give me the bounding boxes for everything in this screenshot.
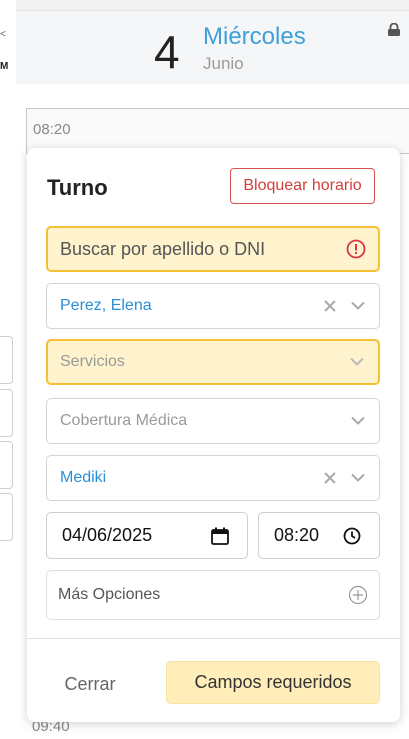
date-input[interactable]: 04/06/2025 <box>46 512 248 559</box>
more-options-label: Más Opciones <box>58 586 161 603</box>
left-nav-arrow[interactable]: < <box>0 29 6 40</box>
left-box[interactable] <box>0 441 13 489</box>
clear-icon[interactable] <box>323 471 337 485</box>
chevron-down-icon[interactable] <box>351 416 365 426</box>
chevron-down-icon[interactable] <box>350 357 364 367</box>
calendar-icon[interactable] <box>211 527 229 545</box>
lock-icon[interactable] <box>387 23 401 36</box>
clock-icon[interactable] <box>343 527 361 545</box>
time-value: 08:20 <box>274 525 320 545</box>
slot-time: 08:20 <box>33 121 71 138</box>
services-select[interactable]: Servicios <box>46 339 380 385</box>
submit-button[interactable]: Campos requeridos <box>166 661 380 704</box>
patient-value: Perez, Elena <box>60 297 152 314</box>
day-header: 4 Miércoles Junio <box>16 10 409 85</box>
coverage-placeholder: Cobertura Médica <box>60 412 188 429</box>
date-value: 04/06/2025 <box>62 525 153 545</box>
time-input[interactable]: 08:20 <box>258 512 380 559</box>
modal-title: Turno <box>47 175 108 200</box>
close-button[interactable]: Cerrar <box>47 662 133 706</box>
block-schedule-button[interactable]: Bloquear horario <box>230 168 375 204</box>
left-box[interactable] <box>0 389 13 437</box>
plan-select[interactable]: Mediki <box>46 455 380 501</box>
chevron-down-icon[interactable] <box>351 473 365 483</box>
chevron-down-icon[interactable] <box>351 301 365 311</box>
more-options-toggle[interactable]: Más Opciones <box>46 570 380 620</box>
day-number: 4 <box>154 26 180 78</box>
day-name[interactable]: Miércoles <box>203 23 306 51</box>
patient-search-input[interactable]: Buscar por apellido o DNI <box>46 226 380 272</box>
plan-value: Mediki <box>60 469 107 486</box>
patient-select[interactable]: Perez, Elena <box>46 283 380 329</box>
month-label: Junio <box>203 54 244 73</box>
left-box[interactable] <box>0 493 13 541</box>
left-panel: < M <box>0 0 16 739</box>
plus-circle-icon[interactable] <box>348 585 368 605</box>
coverage-select[interactable]: Cobertura Médica <box>46 398 380 444</box>
footer-divider <box>27 638 400 639</box>
alert-circle-icon <box>346 239 366 259</box>
appointment-modal: Turno Bloquear horario Buscar por apelli… <box>27 148 400 722</box>
left-label: M <box>0 61 9 72</box>
left-box[interactable] <box>0 336 13 384</box>
search-placeholder: Buscar por apellido o DNI <box>60 238 266 259</box>
services-placeholder: Servicios <box>60 353 125 370</box>
clear-icon[interactable] <box>323 299 337 313</box>
